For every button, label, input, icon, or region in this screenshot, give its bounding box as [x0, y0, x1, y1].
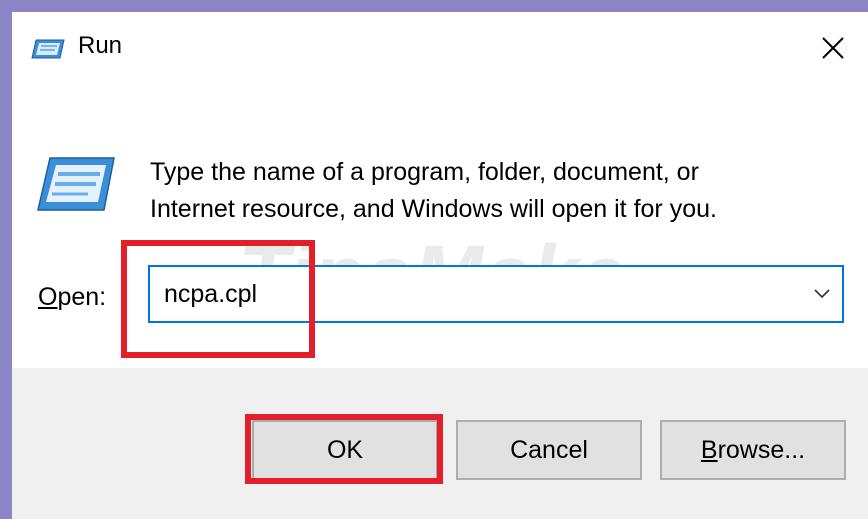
browse-accesskey: B	[700, 435, 718, 464]
button-bar: OK Cancel Browse...	[12, 368, 868, 519]
run-dialog: Run Type the name of a program, folder, …	[12, 12, 868, 519]
instruction-line-2: Internet resource, and Windows will open…	[150, 195, 717, 223]
open-combobox[interactable]: ncpa.cpl	[148, 265, 844, 323]
browse-button[interactable]: Browse...	[660, 420, 846, 480]
ok-button[interactable]: OK	[252, 420, 438, 480]
instruction-text: Type the name of a program, folder, docu…	[150, 154, 850, 228]
dialog-content: Type the name of a program, folder, docu…	[12, 84, 868, 368]
open-label-rest: pen:	[57, 283, 107, 311]
open-label-accesskey: O	[38, 283, 58, 311]
cancel-button-label: Cancel	[510, 435, 588, 464]
instruction-line-1: Type the name of a program, folder, docu…	[150, 158, 699, 186]
window-title: Run	[78, 32, 123, 59]
browse-button-label: Browse...	[701, 436, 805, 465]
ok-button-label: OK	[326, 435, 364, 464]
run-dialog-icon	[36, 152, 116, 216]
chevron-down-icon[interactable]	[810, 281, 834, 305]
open-label: Open:	[38, 283, 106, 312]
open-input[interactable]: ncpa.cpl	[164, 267, 257, 321]
run-dialog-icon	[30, 36, 66, 62]
browse-label-rest: rowse...	[717, 435, 806, 464]
close-button[interactable]	[808, 26, 858, 70]
close-icon	[822, 37, 844, 59]
title-bar: Run	[12, 12, 868, 84]
cancel-button[interactable]: Cancel	[456, 420, 642, 480]
